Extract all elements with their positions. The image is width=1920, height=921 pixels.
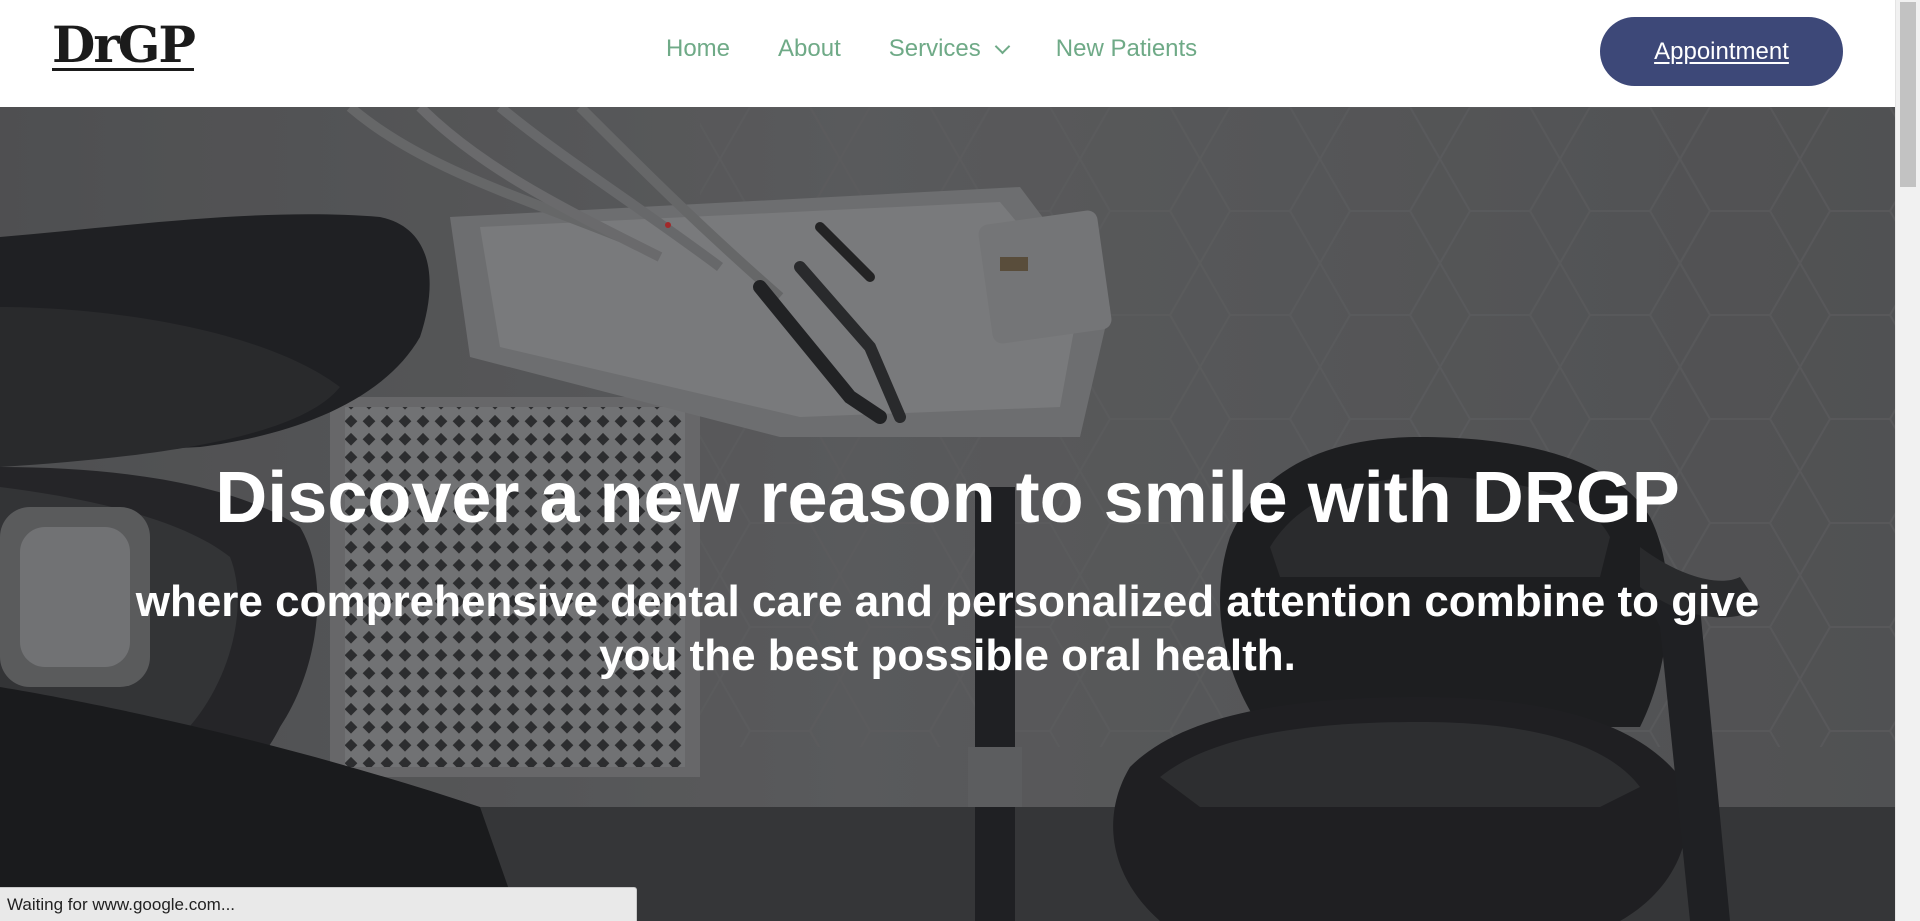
browser-status-bar: Waiting for www.google.com...: [0, 887, 637, 921]
page: DrGP Home About Services New Patients Ap…: [0, 0, 1920, 921]
site-header: DrGP Home About Services New Patients Ap…: [0, 0, 1895, 107]
nav-item-about[interactable]: About: [778, 35, 841, 63]
nav-item-home[interactable]: Home: [666, 35, 730, 63]
nav-item-services[interactable]: Services: [888, 35, 1011, 63]
main-nav: Home About Services New Patients: [666, 35, 1197, 63]
nav-item-label: Services: [888, 35, 981, 62]
nav-item-label: New Patients: [1055, 35, 1198, 62]
hero-section: Discover a new reason to smile with DRGP…: [0, 107, 1895, 921]
hero-subtitle: where comprehensive dental care and pers…: [135, 577, 1760, 680]
page-scrollbar[interactable]: [1895, 0, 1920, 921]
nav-item-label: About: [778, 35, 841, 62]
nav-item-new-patients[interactable]: New Patients: [1056, 35, 1197, 63]
logo[interactable]: DrGP: [52, 20, 196, 70]
hero-title: Discover a new reason to smile with DRGP: [215, 458, 1680, 538]
chevron-down-icon: [994, 38, 1011, 54]
appointment-button[interactable]: Appointment: [1600, 17, 1843, 86]
scrollbar-thumb[interactable]: [1900, 2, 1916, 187]
nav-item-label: Home: [666, 35, 731, 62]
